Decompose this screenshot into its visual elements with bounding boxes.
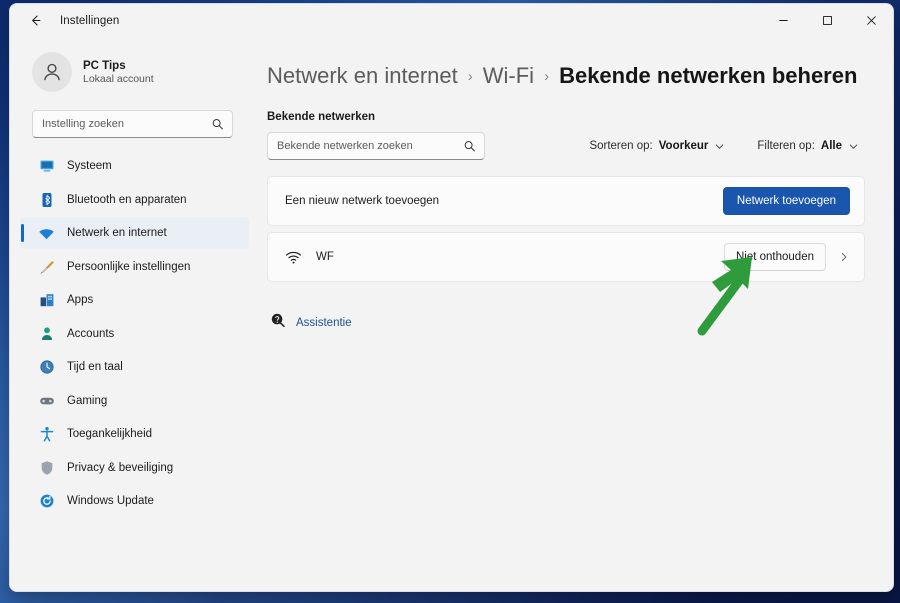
sidebar-search-container bbox=[10, 99, 255, 138]
sidebar-item-gaming[interactable]: Gaming bbox=[20, 385, 249, 417]
known-networks-search-box[interactable] bbox=[267, 132, 485, 160]
assistance-link[interactable]: Assistentie bbox=[267, 312, 865, 333]
sidebar-item-persoonlijke-instellingen[interactable]: Persoonlijke instellingen bbox=[20, 251, 249, 283]
sort-by-dropdown[interactable]: Sorteren op: Voorkeur bbox=[583, 136, 731, 156]
minimize-button[interactable] bbox=[761, 4, 805, 37]
sidebar-item-label: Netwerk en internet bbox=[67, 227, 167, 239]
breadcrumb-item-network[interactable]: Netwerk en internet bbox=[267, 63, 458, 89]
chevron-down-icon bbox=[714, 141, 725, 152]
window-titlebar: Instellingen bbox=[10, 4, 893, 37]
chevron-down-icon bbox=[848, 141, 859, 152]
sidebar-item-privacy-beveiliging[interactable]: Privacy & beveiliging bbox=[20, 452, 249, 484]
gaming-controller-icon bbox=[38, 392, 55, 409]
settings-search-box[interactable] bbox=[32, 110, 233, 138]
profile-name: PC Tips bbox=[83, 59, 126, 72]
sidebar-item-netwerk-en-internet[interactable]: Netwerk en internet bbox=[20, 217, 249, 249]
search-input[interactable] bbox=[42, 118, 206, 130]
profile-account-type: Lokaal account bbox=[83, 72, 154, 85]
sidebar-item-label: Windows Update bbox=[67, 495, 154, 507]
search-icon bbox=[211, 118, 224, 131]
time-language-icon bbox=[38, 359, 55, 376]
window-controls bbox=[761, 4, 893, 37]
sidebar-item-label: Toegankelijkheid bbox=[67, 428, 153, 440]
bluetooth-icon bbox=[38, 191, 55, 208]
maximize-button[interactable] bbox=[805, 4, 849, 37]
chevron-right-icon[interactable] bbox=[838, 251, 850, 263]
user-profile[interactable]: PC Tips Lokaal account bbox=[10, 37, 255, 99]
sidebar-item-label: Privacy & beveiliging bbox=[67, 461, 174, 474]
add-network-button[interactable]: Netwerk toevoegen bbox=[722, 187, 850, 215]
windows-update-icon bbox=[38, 493, 55, 510]
sidebar-item-label: Gaming bbox=[67, 394, 108, 407]
breadcrumb-separator-icon: › bbox=[467, 67, 473, 85]
help-assistance-icon bbox=[270, 312, 286, 333]
sidebar-item-systeem[interactable]: Systeem bbox=[20, 150, 249, 182]
sort-by-label: Sorteren op: bbox=[589, 140, 653, 152]
sidebar: PC Tips Lokaal account Instelling zoeken… bbox=[10, 37, 255, 591]
search-icon bbox=[463, 140, 476, 153]
sidebar-item-label: Accounts bbox=[67, 327, 115, 340]
sidebar-item-label: Systeem bbox=[67, 160, 112, 172]
close-button[interactable] bbox=[849, 4, 893, 37]
sidebar-item-windows-update[interactable]: Windows Update bbox=[20, 485, 249, 517]
main-content: Netwerk en internet › Wi-Fi › Bekende ne… bbox=[255, 37, 893, 591]
system-icon bbox=[38, 158, 55, 175]
sidebar-nav: Systeem Bluetooth en apparaten Netwerk e… bbox=[10, 150, 255, 519]
back-button[interactable] bbox=[22, 9, 48, 33]
breadcrumb-item-current: Bekende netwerken beheren bbox=[559, 63, 858, 88]
filter-by-value: Alle bbox=[820, 140, 842, 152]
sidebar-item-label: Persoonlijke instellingen bbox=[67, 260, 191, 273]
network-name: WF bbox=[316, 251, 334, 263]
known-networks-search-input[interactable] bbox=[277, 140, 458, 152]
sidebar-item-label: Bluetooth en apparaten bbox=[67, 193, 187, 206]
filter-by-label: Filteren op: bbox=[757, 140, 815, 152]
accessibility-icon bbox=[38, 426, 55, 443]
breadcrumb: Netwerk en internet › Wi-Fi › Bekende ne… bbox=[267, 63, 865, 89]
shield-icon bbox=[38, 459, 55, 476]
sidebar-item-label: Apps bbox=[67, 294, 94, 306]
section-title: Bekende netwerken bbox=[267, 111, 376, 123]
sidebar-item-accounts[interactable]: Accounts bbox=[20, 318, 249, 350]
add-network-row: Een nieuw netwerk toevoegen Netwerk toev… bbox=[267, 176, 865, 226]
apps-icon bbox=[38, 292, 55, 309]
wifi-icon bbox=[285, 249, 302, 266]
sidebar-item-bluetooth-en-apparaten[interactable]: Bluetooth en apparaten bbox=[20, 184, 249, 216]
filter-by-dropdown[interactable]: Filteren op: Alle bbox=[751, 136, 865, 156]
breadcrumb-item-wifi[interactable]: Wi-Fi bbox=[483, 63, 534, 89]
sidebar-item-apps[interactable]: Apps bbox=[20, 284, 249, 316]
sort-by-value: Voorkeur bbox=[658, 140, 709, 152]
assistance-label: Assistentie bbox=[296, 316, 352, 329]
sidebar-item-label: Tijd en taal bbox=[67, 361, 123, 373]
accounts-icon bbox=[38, 325, 55, 342]
sidebar-item-toegankelijkheid[interactable]: Toegankelijkheid bbox=[20, 418, 249, 450]
personalization-brush-icon bbox=[38, 258, 55, 275]
known-network-row[interactable]: WF Niet onthouden bbox=[267, 232, 865, 282]
sidebar-item-tijd-en-taal[interactable]: Tijd en taal bbox=[20, 351, 249, 383]
forget-network-button[interactable]: Niet onthouden bbox=[723, 243, 826, 271]
breadcrumb-separator-icon: › bbox=[544, 67, 550, 85]
settings-window: Instellingen PC Tips Lokaal account Inst… bbox=[9, 3, 894, 592]
add-network-label: Een nieuw netwerk toevoegen bbox=[285, 195, 440, 207]
app-title: Instellingen bbox=[60, 14, 120, 27]
network-icon bbox=[38, 225, 55, 242]
avatar bbox=[32, 52, 72, 92]
networks-toolbar: Sorteren op: Voorkeur Filteren op: Alle bbox=[267, 132, 865, 160]
